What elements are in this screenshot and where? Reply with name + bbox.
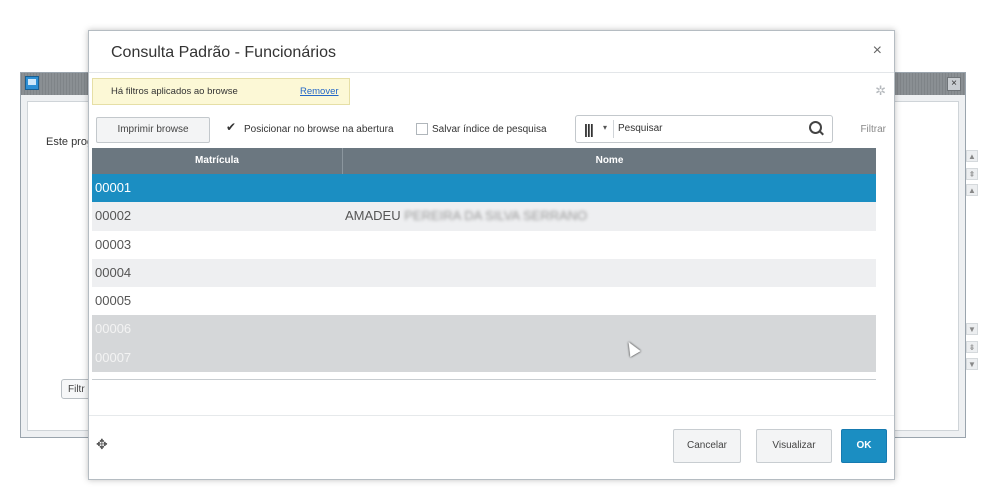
- save-index-checkbox[interactable]: [416, 123, 428, 135]
- cell-matricula: 00002: [95, 208, 132, 224]
- cell-matricula: 00003: [95, 236, 132, 252]
- column-header-nome[interactable]: Nome: [343, 148, 876, 174]
- cell-matricula: 00006: [95, 321, 132, 337]
- scroll-down-icon[interactable]: ▼: [966, 323, 978, 335]
- grid-rows: 00001 00002 AMADEU PEREIRA DA SILVA SERR…: [92, 174, 876, 373]
- gear-icon[interactable]: ✲: [875, 83, 886, 99]
- nome-visible: AMADEU: [345, 208, 401, 224]
- table-row[interactable]: 00002 AMADEU PEREIRA DA SILVA SERRANO: [92, 202, 876, 231]
- search-placeholder[interactable]: Pesquisar: [618, 123, 662, 134]
- footer-divider: [89, 415, 894, 416]
- table-row[interactable]: 00003: [92, 230, 876, 259]
- background-text: Este prog: [46, 136, 94, 148]
- remove-filter-link[interactable]: Remover: [300, 79, 339, 105]
- save-index-checkbox-label[interactable]: Salvar índice de pesquisa: [432, 123, 547, 137]
- table-row[interactable]: 00005: [92, 287, 876, 316]
- consulta-dialog: Consulta Padrão - Funcionários × Há filt…: [88, 30, 978, 480]
- scroll-bottom-icon[interactable]: ▼: [966, 358, 978, 370]
- scroll-up-icon[interactable]: ▲: [966, 150, 978, 162]
- search-divider: [613, 120, 614, 138]
- ok-button[interactable]: OK: [841, 429, 887, 463]
- move-icon[interactable]: ✥: [96, 436, 108, 453]
- results-grid: Matrícula Nome 00001 00002 AMADEU PEREIR…: [92, 148, 876, 380]
- filter-banner-message: Há filtros aplicados ao browse: [111, 86, 238, 97]
- grid-header: Matrícula Nome: [92, 148, 876, 174]
- grid-scrollbar[interactable]: ▲ ⇞ ▲ ▼ ⇟ ▼: [966, 148, 978, 379]
- cell-matricula: 00004: [95, 264, 132, 280]
- toolbar: Imprimir browse Posicionar no browse na …: [89, 115, 894, 145]
- table-row[interactable]: 00004: [92, 258, 876, 288]
- app-icon: [25, 76, 39, 90]
- search-input[interactable]: ||| ▾ Pesquisar: [575, 115, 833, 143]
- print-browse-button[interactable]: Imprimir browse: [96, 117, 210, 143]
- table-row[interactable]: 00001: [92, 174, 876, 203]
- table-row[interactable]: 00007: [92, 343, 876, 373]
- scroll-top-icon[interactable]: ▲: [966, 184, 978, 196]
- column-header-matricula[interactable]: Matrícula: [92, 148, 343, 174]
- close-icon[interactable]: ×: [873, 42, 882, 60]
- visualizar-button[interactable]: Visualizar: [756, 429, 832, 463]
- filter-link[interactable]: Filtrar: [860, 124, 886, 135]
- cell-matricula: 00001: [95, 180, 132, 195]
- filter-banner: Há filtros aplicados ao browse Remover: [92, 78, 350, 105]
- scroll-page-down-icon[interactable]: ⇟: [966, 341, 978, 353]
- columns-icon[interactable]: |||: [584, 121, 594, 137]
- background-close-button[interactable]: ×: [947, 77, 961, 91]
- cell-matricula: 00005: [95, 293, 132, 309]
- cell-matricula: 00007: [95, 349, 132, 365]
- table-row[interactable]: 00006: [92, 315, 876, 344]
- title-divider: [89, 72, 894, 73]
- dialog-title: Consulta Padrão - Funcionários: [111, 44, 337, 61]
- nome-obscured: PEREIRA DA SILVA SERRANO: [404, 208, 588, 224]
- search-icon[interactable]: [809, 121, 822, 134]
- cancel-button[interactable]: Cancelar: [673, 429, 741, 463]
- cell-nome: AMADEU PEREIRA DA SILVA SERRANO: [345, 202, 587, 230]
- position-checkbox[interactable]: [226, 120, 238, 135]
- scroll-page-up-icon[interactable]: ⇞: [966, 168, 978, 180]
- chevron-down-icon[interactable]: ▾: [603, 123, 607, 132]
- position-checkbox-label[interactable]: Posicionar no browse na abertura: [244, 123, 394, 137]
